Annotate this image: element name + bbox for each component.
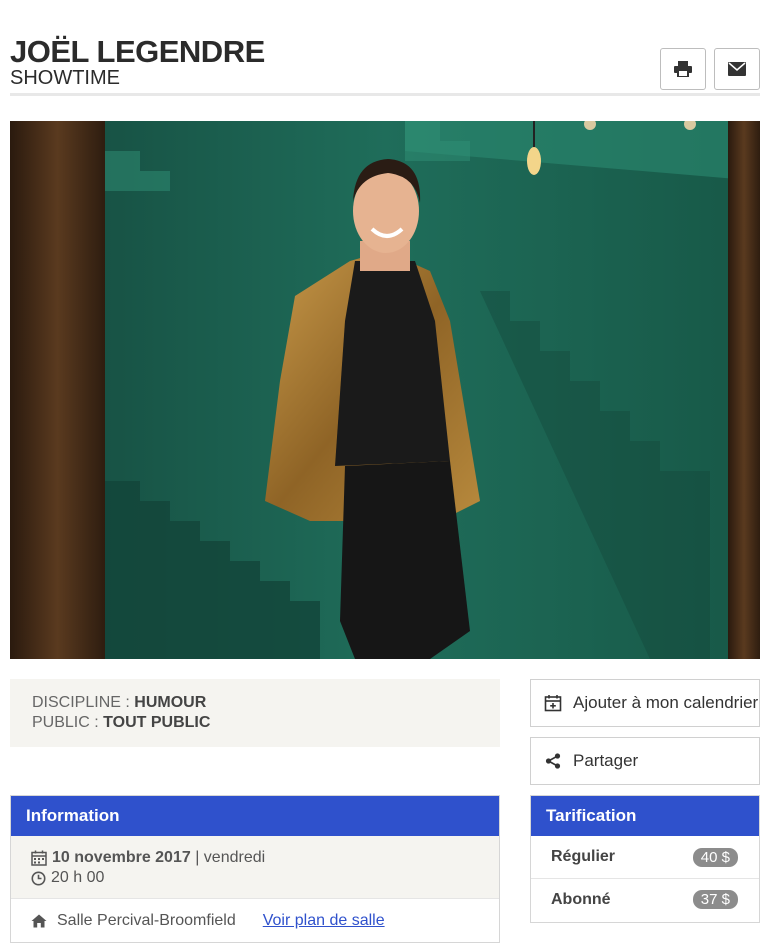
event-date: 10 novembre 2017 [52, 849, 191, 866]
date-separator: | [190, 849, 204, 866]
seating-plan-link[interactable]: Voir plan de salle [263, 912, 385, 930]
clock-icon [31, 871, 46, 885]
email-button[interactable] [714, 48, 760, 90]
pricing-heading: Tarification [531, 796, 759, 836]
date-row: 10 novembre 2017 | vendredi [31, 848, 479, 868]
price-badge: 37 $ [692, 890, 738, 909]
home-icon [31, 914, 47, 927]
print-icon [674, 61, 692, 77]
event-datetime: 10 novembre 2017 | vendredi 20 h 00 [11, 836, 499, 898]
discipline-value: HUMOUR [134, 694, 207, 711]
venue-name: Salle Percival-Broomfield [57, 911, 236, 929]
add-to-calendar-button[interactable]: Ajouter à mon calendrier [530, 679, 760, 727]
share-icon [543, 751, 563, 771]
information-panel: Information 10 novembre 2017 | vendredi … [10, 795, 500, 943]
envelope-icon [728, 62, 746, 76]
show-meta: DISCIPLINE : HUMOUR PUBLIC : TOUT PUBLIC [10, 679, 500, 747]
price-label: Régulier [551, 848, 616, 865]
page-title: JOËL LEGENDRE [10, 34, 265, 69]
print-button[interactable] [660, 48, 706, 90]
calendar-icon [31, 850, 47, 866]
event-venue: Salle Percival-Broomfield Voir plan de s… [11, 898, 499, 942]
pricing-panel: Tarification Régulier 40 $ Abonné 37 $ [530, 795, 760, 923]
show-photo [10, 121, 760, 659]
discipline-row: DISCIPLINE : HUMOUR [32, 693, 478, 713]
public-label: PUBLIC : [32, 714, 99, 731]
share-label: Partager [573, 751, 639, 770]
page-subtitle: SHOWTIME [10, 67, 120, 89]
page-header: JOËL LEGENDRE SHOWTIME [10, 34, 760, 96]
price-badge: 40 $ [692, 847, 738, 867]
price-label: Abonné [551, 890, 611, 908]
discipline-label: DISCIPLINE : [32, 694, 130, 711]
information-heading: Information [11, 796, 499, 836]
add-to-calendar-label: Ajouter à mon calendrier [573, 693, 759, 712]
price-row-regular: Régulier 40 $ [531, 836, 759, 878]
event-time: 20 h 00 [51, 869, 105, 886]
show-photo-illustration [10, 121, 760, 659]
public-value: TOUT PUBLIC [103, 714, 211, 731]
price-row-subscriber: Abonné 37 $ [531, 878, 759, 920]
event-weekday: vendredi [203, 849, 266, 866]
public-row: PUBLIC : TOUT PUBLIC [32, 713, 478, 733]
share-button[interactable]: Partager [530, 737, 760, 785]
time-row: 20 h 00 [31, 868, 479, 888]
calendar-plus-icon [543, 693, 563, 713]
